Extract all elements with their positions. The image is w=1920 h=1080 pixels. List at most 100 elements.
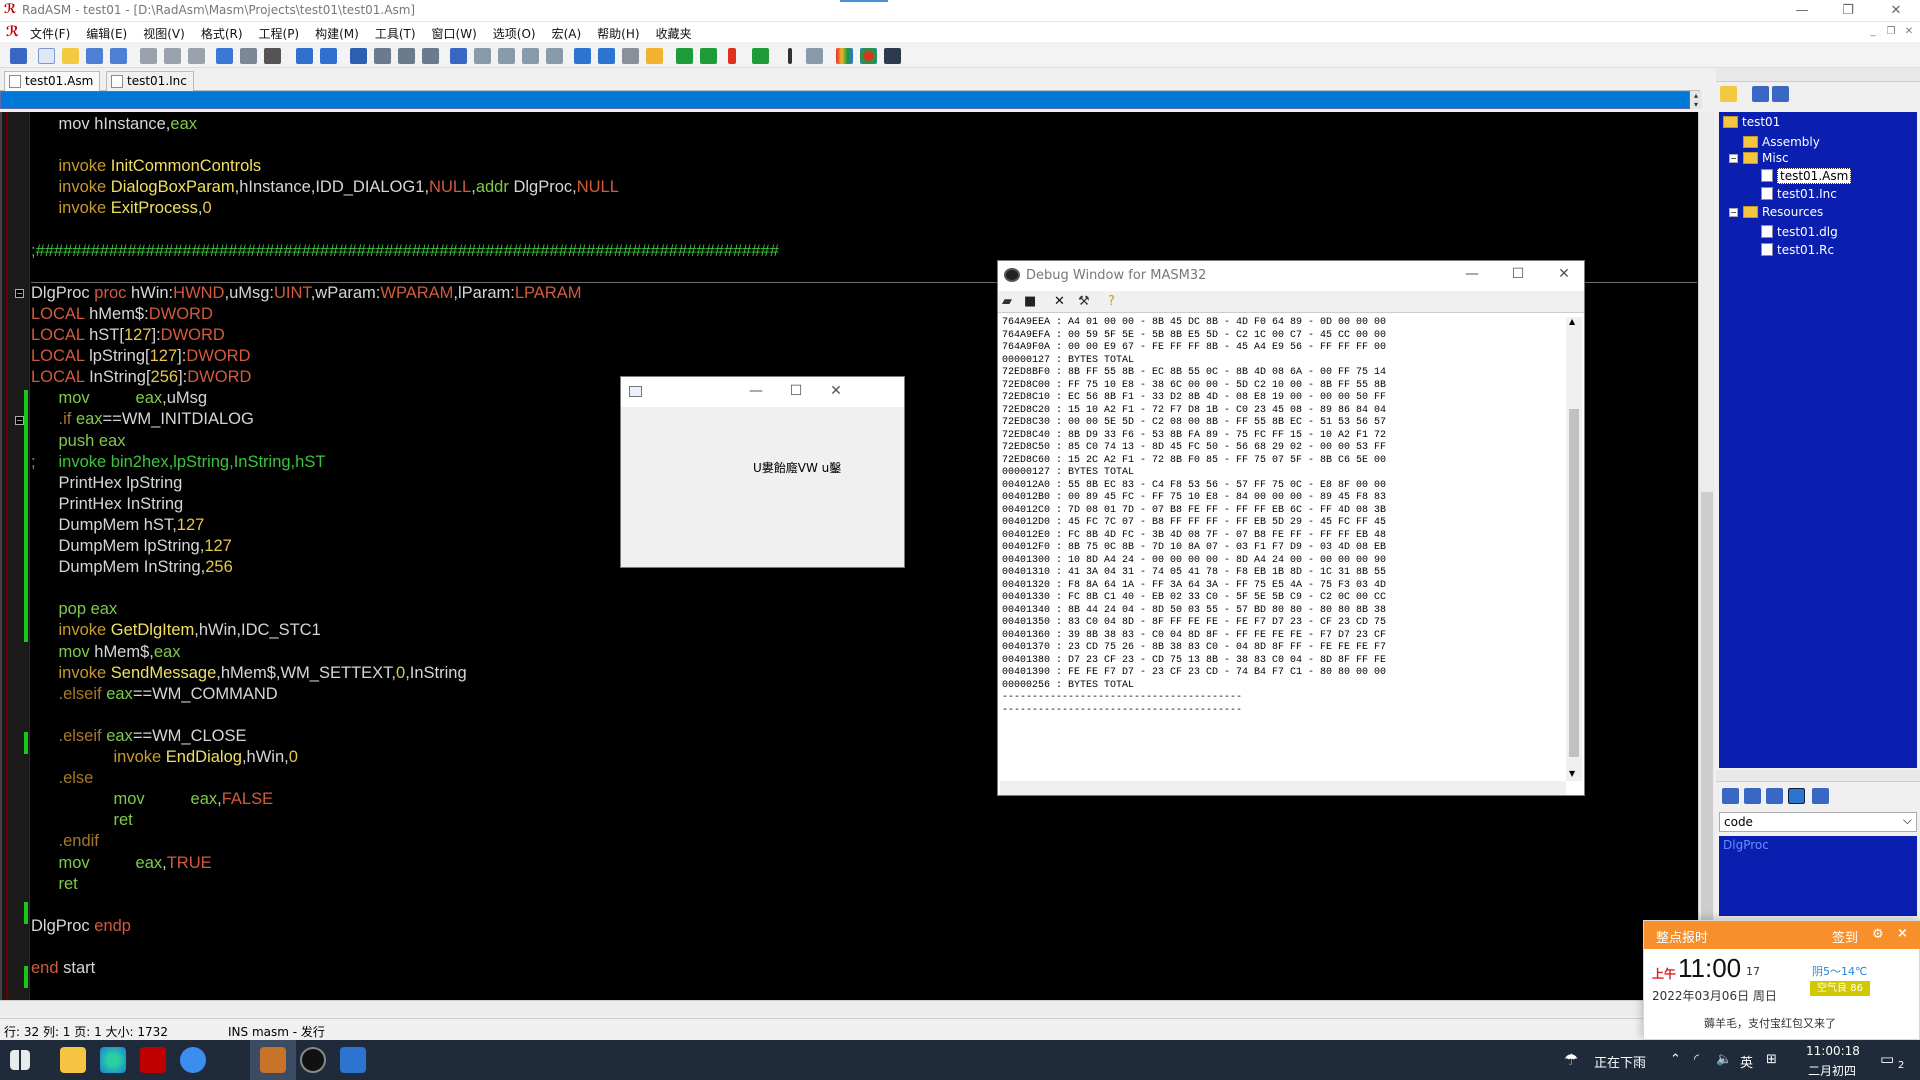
tree-resources[interactable]: Resources [1743, 204, 1823, 221]
run-icon[interactable] [728, 48, 736, 64]
tree-root[interactable]: test01 [1723, 114, 1780, 131]
input-language[interactable]: 英 [1740, 1052, 1753, 1071]
outdent-icon[interactable] [474, 48, 491, 64]
code-line[interactable]: ;#######################################… [31, 241, 779, 261]
code-line[interactable]: invoke SendMessage,hMem$,WM_SETTEXT,0,In… [31, 663, 467, 683]
code-line[interactable]: invoke GetDlgItem,hWin,IDC_STC1 [31, 620, 321, 640]
code-combo[interactable]: code ⌵ [1719, 812, 1917, 832]
undo-icon[interactable] [216, 48, 233, 64]
convert-case-icon[interactable] [546, 48, 563, 64]
menu-help[interactable]: 帮助(H) [597, 25, 639, 42]
code-line[interactable]: invoke ExitProcess,0 [31, 198, 212, 218]
code-line[interactable]: mov hInstance,eax [31, 114, 198, 134]
find-icon[interactable] [296, 48, 313, 64]
code-line[interactable]: mov eax,uMsg [31, 388, 208, 408]
tool-icon[interactable]: ⚒ [1078, 294, 1090, 309]
gear-icon[interactable]: ⚙ [1872, 927, 1884, 942]
tools-icon[interactable] [622, 48, 639, 64]
tab-test01-inc[interactable]: test01.Inc [106, 71, 194, 91]
code-line[interactable]: ; invoke bin2hex,lpString,InString,hST [31, 452, 325, 472]
debug-minimize-button[interactable]: — [1452, 266, 1492, 282]
code-line[interactable]: .elseif eax==WM_CLOSE [31, 726, 247, 746]
close-button[interactable]: ✕ [1876, 0, 1916, 22]
code-line[interactable]: .endif [31, 831, 99, 851]
bookmark-toggle-icon[interactable] [350, 48, 367, 64]
output-icon[interactable] [646, 48, 663, 64]
props-icon-2[interactable] [1744, 788, 1761, 804]
sign-in-button[interactable]: 签到 [1832, 927, 1858, 946]
bookmark-next-icon[interactable] [374, 48, 391, 64]
cut-icon[interactable] [140, 48, 157, 64]
dialog-minimize-button[interactable]: — [741, 383, 771, 399]
taskbar-clock-time[interactable]: 11:00:18 [1806, 1044, 1860, 1058]
paste-icon[interactable] [188, 48, 205, 64]
restore-button[interactable]: ❐ [1828, 0, 1868, 22]
bookmark-clear-icon[interactable] [422, 48, 439, 64]
code-line[interactable]: PrintHex InString [31, 494, 184, 514]
text-cursor-icon[interactable] [788, 48, 792, 64]
debug-maximize-button[interactable]: ☐ [1498, 266, 1538, 282]
weather-status[interactable]: 正在下雨 [1594, 1052, 1646, 1071]
tree-file-inc[interactable]: test01.Inc [1761, 186, 1837, 203]
windows-start-icon[interactable] [10, 1050, 30, 1070]
comment-icon[interactable] [498, 48, 515, 64]
code-line[interactable]: LOCAL hMem$:DWORD [31, 304, 213, 324]
scroll-down-icon[interactable]: ▼ [1569, 769, 1575, 778]
debug-vscrollbar[interactable]: ▲ ▼ [1566, 317, 1582, 781]
props-icon-3[interactable] [1766, 788, 1783, 804]
fold-toggle-dlgproc[interactable]: − [15, 289, 24, 298]
code-line[interactable]: invoke EndDialog,hWin,0 [31, 747, 298, 767]
project-view-icon[interactable] [1772, 86, 1789, 102]
code-line[interactable]: ret [31, 810, 133, 830]
code-line[interactable]: invoke DialogBoxParam,hInstance,IDD_DIAL… [31, 177, 619, 197]
code-line[interactable]: .else [31, 768, 94, 788]
code-line[interactable]: LOCAL lpString[127]:DWORD [31, 346, 250, 366]
open-icon[interactable] [62, 48, 79, 64]
menu-file[interactable]: 文件(F) [30, 25, 70, 42]
debug-hscrollbar[interactable] [1000, 781, 1566, 795]
menu-options[interactable]: 选项(O) [493, 25, 536, 42]
debug-output[interactable]: 764A9EEA : A4 01 00 00 - 8B 45 DC 8B - 4… [1002, 317, 1564, 779]
save-all-icon[interactable] [110, 48, 127, 64]
props-list[interactable]: DlgProc [1719, 836, 1917, 916]
open-folder-icon[interactable]: ▰ [1002, 294, 1012, 309]
print-icon[interactable] [10, 48, 27, 64]
indent-icon[interactable] [450, 48, 467, 64]
code-line[interactable]: LOCAL hST[127]:DWORD [31, 325, 225, 345]
help-search-icon[interactable] [884, 48, 901, 64]
tree-file-dlg[interactable]: test01.dlg [1761, 224, 1838, 241]
tree-assembly[interactable]: Assembly [1743, 134, 1820, 151]
tree-expander[interactable]: − [1729, 154, 1738, 163]
chevron-down-icon[interactable]: ⌵ [1903, 813, 1912, 828]
build-icon[interactable] [700, 48, 717, 64]
project-tree[interactable]: test01 Assembly − Misc test01.Asm test01… [1719, 112, 1917, 768]
mdi-close-button[interactable]: ✕ [1902, 26, 1916, 40]
dialog-maximize-button[interactable]: ☐ [781, 383, 811, 399]
code-line[interactable]: invoke InitCommonControls [31, 156, 262, 176]
props-icon-5[interactable] [1812, 788, 1829, 804]
tree-expander[interactable]: − [1729, 208, 1738, 217]
chat-app-icon[interactable] [180, 1047, 206, 1073]
code-line[interactable]: DlgProc proc hWin:HWND,uMsg:UINT,wParam:… [31, 283, 581, 303]
code-line[interactable]: push eax [31, 431, 126, 451]
notification-center-icon[interactable]: ▭ [1880, 1050, 1894, 1068]
code-line[interactable]: ret [31, 874, 78, 894]
props-icon-1[interactable] [1722, 788, 1739, 804]
copy-icon[interactable] [164, 48, 181, 64]
props-icon-4[interactable] [1788, 788, 1805, 804]
scroll-up-icon[interactable]: ▲ [1569, 317, 1575, 326]
code-line[interactable]: .if eax==WM_INITDIALOG [31, 409, 254, 429]
go-icon[interactable] [752, 48, 769, 64]
network-icon[interactable]: ◜ [1694, 1052, 1699, 1067]
save-icon[interactable]: ■ [1024, 294, 1036, 309]
taskbar-clock-date[interactable]: 二月初四 [1808, 1062, 1856, 1079]
menu-window[interactable]: 窗口(W) [432, 25, 477, 42]
props-item[interactable]: DlgProc [1723, 838, 1769, 852]
window-icon[interactable] [806, 48, 823, 64]
radasm-taskbar-icon[interactable] [140, 1047, 166, 1073]
mdi-child-icon[interactable]: ℛ [6, 24, 19, 40]
project-browser-icon[interactable] [574, 48, 591, 64]
dialog-close-button[interactable]: ✕ [821, 383, 851, 399]
volume-icon[interactable]: 🔈 [1716, 1052, 1732, 1067]
code-line[interactable]: LOCAL InString[256]:DWORD [31, 367, 251, 387]
